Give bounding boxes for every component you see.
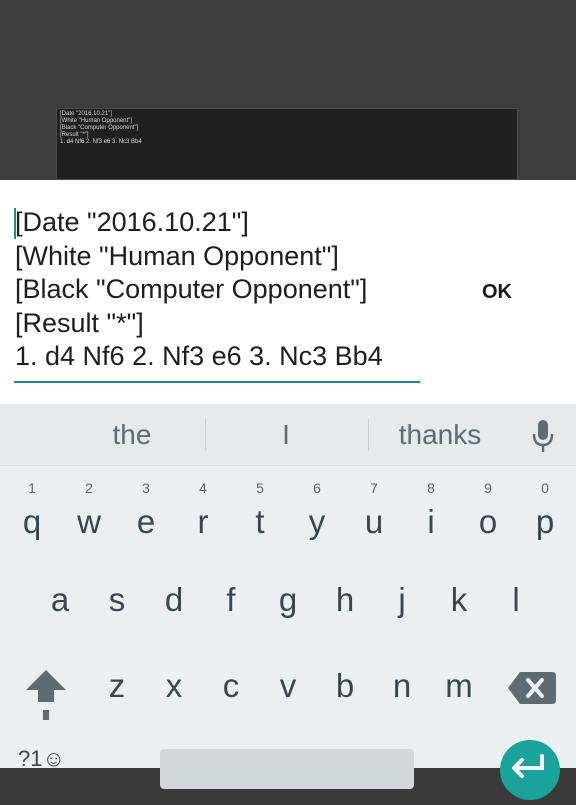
suggestion-i[interactable]: I	[216, 418, 356, 452]
pgn-line-white: [White "Human Opponent"]	[15, 240, 339, 271]
symbols-key[interactable]: ?1☺	[18, 744, 78, 774]
key-t[interactable]: 5t	[232, 480, 288, 562]
pgn-edit-panel: [Date "2016.10.21"] [White "Human Oppone…	[0, 180, 576, 404]
key-o[interactable]: 9o	[460, 480, 516, 562]
text-cursor	[14, 208, 16, 239]
preview-line: [Black "Computer Opponent"]	[60, 125, 139, 131]
shift-arrow-icon[interactable]	[20, 666, 72, 720]
key-j[interactable]: j	[374, 580, 430, 662]
field-underline	[14, 381, 420, 383]
key-l[interactable]: l	[488, 580, 544, 662]
pgn-preview-box: [Date "2016.10.21"] [White "Human Oppone…	[56, 108, 518, 180]
pgn-line-date: [Date "2016.10.21"]	[15, 207, 249, 237]
key-i[interactable]: 8i	[403, 480, 459, 562]
key-x[interactable]: x	[146, 666, 202, 748]
key-d[interactable]: d	[146, 580, 202, 662]
key-w[interactable]: 2w	[61, 480, 117, 562]
microphone-icon[interactable]	[530, 418, 556, 454]
key-e[interactable]: 3e	[118, 480, 174, 562]
preview-line: [Date "2016.10.21"]	[60, 111, 112, 117]
dialog-backdrop: [Date "2016.10.21"] [White "Human Oppone…	[0, 0, 576, 180]
key-p[interactable]: 0p	[517, 480, 573, 562]
preview-line: [White "Human Opponent"]	[60, 118, 132, 124]
suggestion-divider	[205, 419, 206, 451]
soft-keyboard: the I thanks 1q 2w 3e 4r 5t 6y 7u 8i 9o …	[0, 404, 576, 800]
key-c[interactable]: c	[203, 666, 259, 748]
key-r[interactable]: 4r	[175, 480, 231, 562]
key-n[interactable]: n	[374, 666, 430, 748]
suggestion-the[interactable]: the	[62, 418, 202, 452]
key-u[interactable]: 7u	[346, 480, 402, 562]
preview-line: [Result "*"]	[60, 132, 89, 138]
key-a[interactable]: a	[32, 580, 88, 662]
key-s[interactable]: s	[89, 580, 145, 662]
key-h[interactable]: h	[317, 580, 373, 662]
key-b[interactable]: b	[317, 666, 373, 748]
suggestion-thanks[interactable]: thanks	[370, 418, 510, 452]
enter-arrow-icon[interactable]	[500, 740, 560, 800]
pgn-line-result: [Result "*"]	[15, 307, 144, 338]
key-k[interactable]: k	[431, 580, 487, 662]
key-y[interactable]: 6y	[289, 480, 345, 562]
suggestion-strip: the I thanks	[0, 404, 576, 466]
key-z[interactable]: z	[89, 666, 145, 748]
key-v[interactable]: v	[260, 666, 316, 748]
pgn-line-moves: 1. d4 Nf6 2. Nf3 e6 3. Nc3 Bb4	[15, 341, 383, 371]
key-f[interactable]: f	[203, 580, 259, 662]
key-q[interactable]: 1q	[4, 480, 60, 562]
pgn-line-black: [Black "Computer Opponent"]	[15, 274, 368, 304]
backspace-icon[interactable]	[506, 666, 558, 710]
ok-button[interactable]: OK	[474, 276, 520, 308]
space-bar[interactable]	[160, 749, 414, 789]
suggestion-divider	[368, 419, 369, 451]
preview-line: 1. d4 Nf6 2. Nf3 e6 3. Nc3 Bb4	[60, 139, 142, 145]
key-g[interactable]: g	[260, 580, 316, 662]
key-m[interactable]: m	[431, 666, 487, 748]
pgn-text-field[interactable]: [Date "2016.10.21"] [White "Human Oppone…	[15, 206, 425, 374]
